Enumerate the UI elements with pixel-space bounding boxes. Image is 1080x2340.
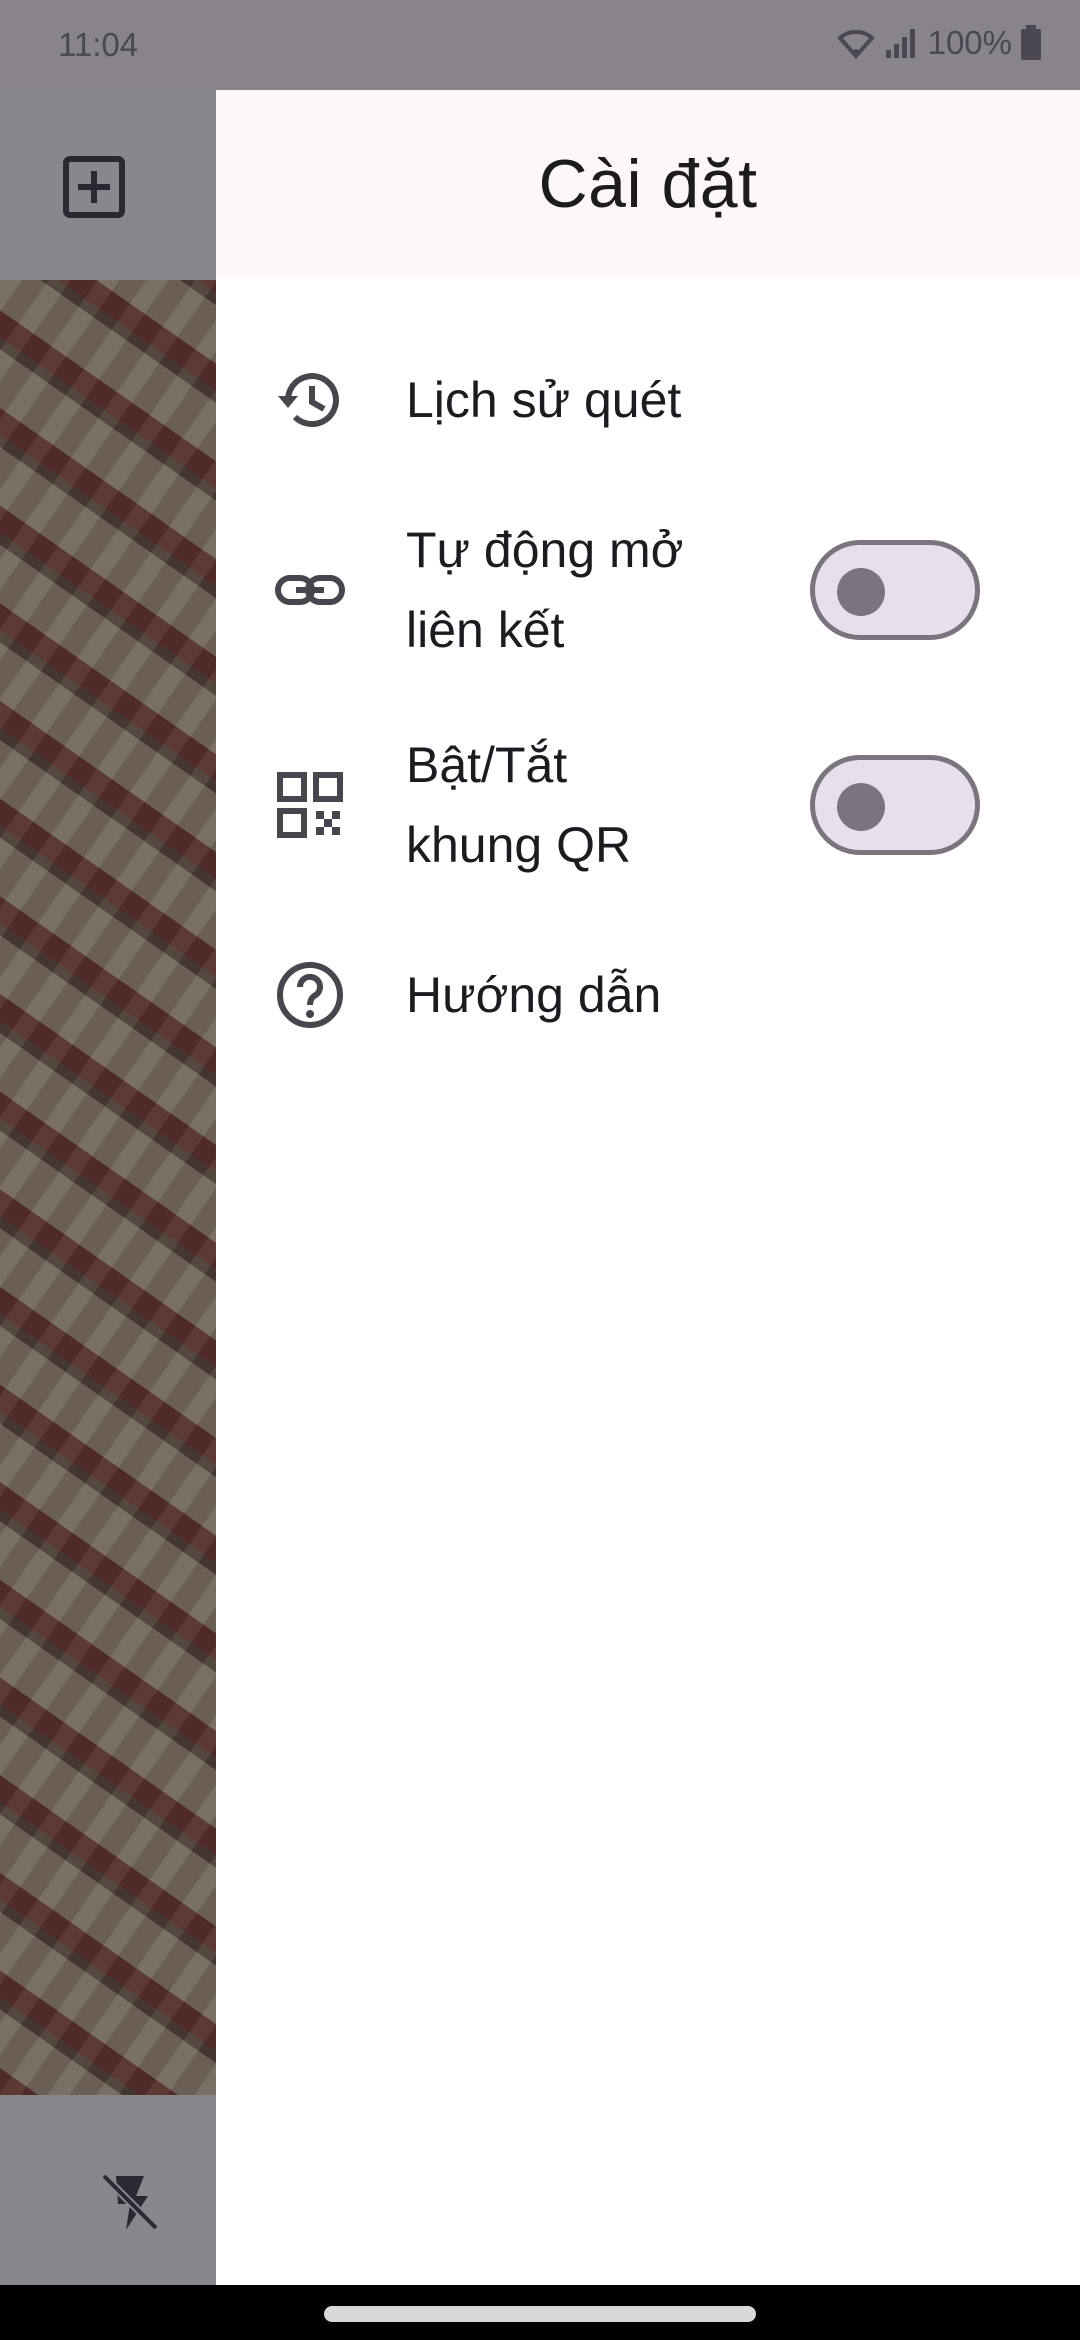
menu-item-toggle-qr-frame[interactable]: Bật/Tắt khung QR xyxy=(216,705,1080,905)
menu-item-auto-open-links[interactable]: Tự động mở liên kết xyxy=(216,490,1080,690)
menu-item-guide[interactable]: Hướng dẫn xyxy=(216,925,1080,1065)
menu-item-label: Hướng dẫn xyxy=(406,967,662,1023)
status-time: 11:04 xyxy=(58,26,139,63)
wifi-icon xyxy=(836,29,875,60)
status-bar: 11:04 100% xyxy=(0,0,1080,90)
settings-drawer: Cài đặt Lịch sử quét Tự động mở liên kết xyxy=(216,90,1080,2285)
qr-code-icon xyxy=(277,772,343,838)
drawer-header: Cài đặt xyxy=(216,90,1080,278)
battery-icon xyxy=(1021,25,1041,60)
battery-percent: 100% xyxy=(927,24,1012,61)
qr-frame-switch[interactable] xyxy=(810,755,980,855)
menu-item-label: Lịch sử quét xyxy=(406,372,682,428)
home-gesture-handle[interactable] xyxy=(324,2306,756,2322)
menu-item-label-line1: Tự động mở xyxy=(406,522,684,578)
status-icons: 100% xyxy=(836,24,1042,62)
signal-icon xyxy=(885,29,915,58)
menu-item-label-line2: liên kết xyxy=(406,602,565,658)
flash-off-icon[interactable] xyxy=(98,2170,162,2234)
camera-preview xyxy=(0,280,216,2095)
history-icon xyxy=(278,373,339,428)
menu-item-label-line1: Bật/Tắt xyxy=(406,737,568,793)
switch-thumb xyxy=(837,783,885,831)
link-icon xyxy=(275,575,345,605)
switch-thumb xyxy=(837,568,885,616)
drawer-title: Cài đặt xyxy=(538,146,758,222)
help-icon xyxy=(277,962,343,1028)
add-box-icon[interactable] xyxy=(62,155,126,219)
menu-item-scan-history[interactable]: Lịch sử quét xyxy=(216,330,1080,470)
menu-item-label-line2: khung QR xyxy=(406,817,632,873)
auto-open-links-switch[interactable] xyxy=(810,540,980,640)
